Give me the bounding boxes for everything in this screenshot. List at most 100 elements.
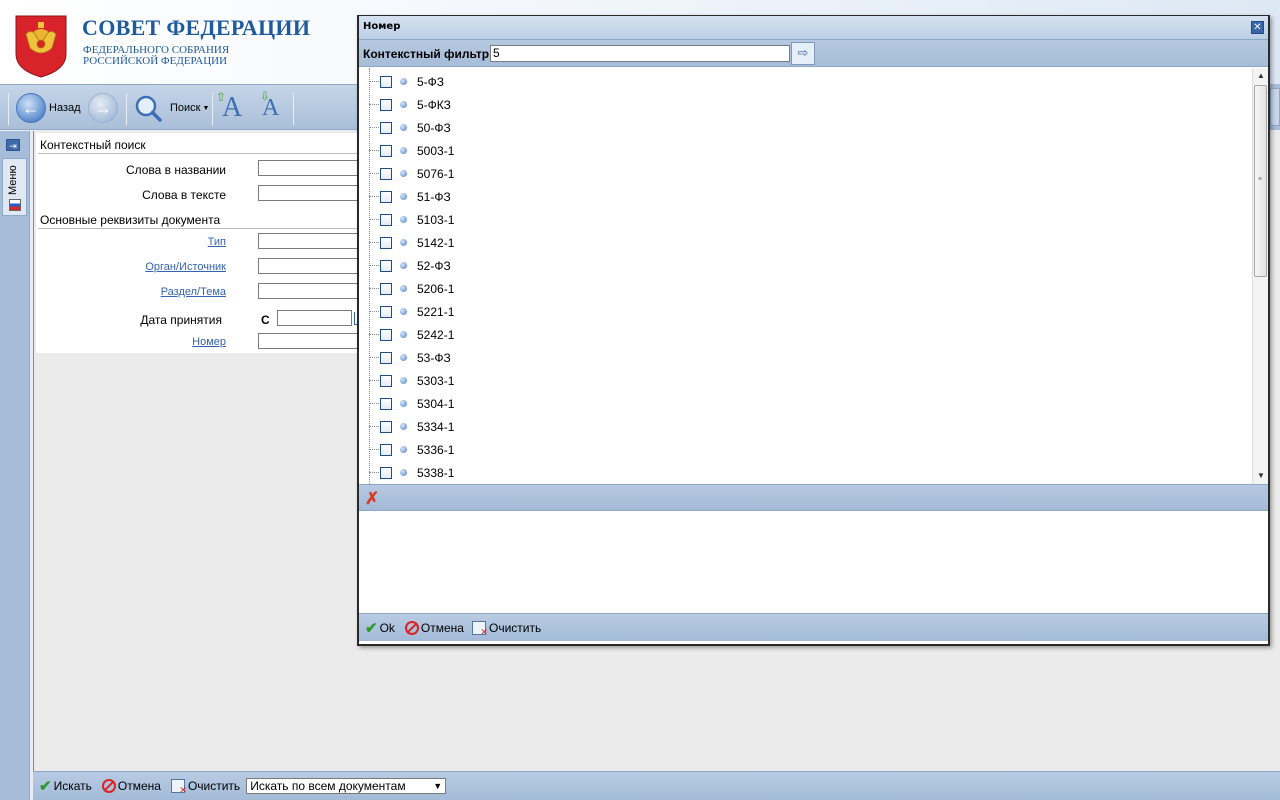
list-item[interactable]: 5142-1 [359, 231, 1249, 254]
item-checkbox[interactable] [380, 144, 392, 157]
number-label: Номер [36, 334, 226, 348]
list-item-label: 51-ФЗ [417, 189, 451, 204]
scroll-down-icon[interactable]: ▼ [1253, 468, 1269, 484]
font-decrease-button[interactable]: ⇩ A [260, 85, 279, 131]
item-checkbox[interactable] [380, 121, 392, 134]
bullet-icon [400, 400, 407, 407]
organ-source-input[interactable] [258, 258, 368, 274]
search-submit-button[interactable]: ✔ Искать [39, 777, 92, 795]
number-link[interactable]: Номер [192, 336, 226, 348]
list-item[interactable]: 5221-1 [359, 300, 1249, 323]
item-checkbox[interactable] [380, 443, 392, 456]
list-item[interactable]: 51-ФЗ [359, 185, 1249, 208]
item-checkbox[interactable] [380, 351, 392, 364]
list-item[interactable]: 53-ФЗ [359, 346, 1249, 369]
list-item[interactable]: 52-ФЗ [359, 254, 1249, 277]
cancel-icon [404, 620, 419, 635]
item-checkbox[interactable] [380, 236, 392, 249]
item-checkbox[interactable] [380, 282, 392, 295]
number-tree-list: 5-ФЗ 5-ФКЗ 50-ФЗ 5003-1 5076-1 51-ФЗ 5103-1 514… [359, 68, 1268, 484]
scrollbar-thumb[interactable]: ≡ [1254, 85, 1267, 277]
number-input[interactable] [258, 333, 368, 349]
item-checkbox[interactable] [380, 98, 392, 111]
list-item[interactable]: 50-ФЗ [359, 116, 1249, 139]
list-item[interactable]: 5003-1 [359, 139, 1249, 162]
list-item[interactable]: 5338-1 [359, 461, 1249, 484]
pin-icon[interactable]: ⇥ [6, 139, 20, 151]
list-item[interactable]: 5334-1 [359, 415, 1249, 438]
bullet-icon [400, 446, 407, 453]
organ-source-link[interactable]: Орган/Источник [145, 261, 226, 273]
coat-of-arms-icon [15, 15, 67, 78]
list-item[interactable]: 5076-1 [359, 162, 1249, 185]
item-checkbox[interactable] [380, 466, 392, 479]
item-checkbox[interactable] [380, 328, 392, 341]
back-button[interactable]: ← Назад [16, 85, 81, 131]
bullet-icon [400, 354, 407, 361]
item-checkbox[interactable] [380, 190, 392, 203]
dialog-clear-button[interactable]: Очистить [471, 620, 542, 638]
section-topic-input[interactable] [258, 283, 368, 299]
font-increase-icon: ⇧ A [216, 90, 243, 123]
date-from-input[interactable] [277, 310, 352, 326]
list-item-label: 5303-1 [417, 373, 455, 388]
dialog-clear-label: Очистить [488, 620, 542, 635]
chevron-down-icon: ▼ [433, 781, 443, 791]
words-in-text-input[interactable] [258, 185, 368, 201]
ok-button[interactable]: ✔ Ok [365, 619, 395, 637]
dialog-cancel-label: Отмена [420, 620, 464, 635]
font-increase-button[interactable]: ⇧ A [216, 85, 243, 131]
item-checkbox[interactable] [380, 259, 392, 272]
cancel-label: Отмена [117, 779, 161, 793]
dialog-cancel-button[interactable]: Отмена [404, 620, 464, 635]
list-item[interactable]: 5103-1 [359, 208, 1249, 231]
menu-tab-label: Меню [7, 165, 19, 195]
item-checkbox[interactable] [380, 75, 392, 88]
list-item[interactable]: 5336-1 [359, 438, 1249, 461]
bullet-icon [400, 78, 407, 85]
brand-subtitle: ФЕДЕРАЛЬНОГО СОБРАНИЯ РОССИЙСКОЙ ФЕДЕРАЦ… [83, 45, 229, 67]
item-checkbox[interactable] [380, 374, 392, 387]
search-scope-select[interactable]: Искать по всем документам ▼ [246, 778, 447, 794]
dialog-titlebar[interactable]: Номер ✕ [359, 16, 1268, 40]
vertical-scrollbar[interactable]: ▲ ≡ ▼ [1252, 68, 1268, 484]
list-item[interactable]: 5206-1 [359, 277, 1249, 300]
item-checkbox[interactable] [380, 213, 392, 226]
search-submit-label: Искать [53, 779, 92, 793]
toolbar-separator [8, 93, 9, 125]
type-link[interactable]: Тип [208, 236, 226, 248]
item-checkbox[interactable] [380, 167, 392, 180]
bullet-icon [400, 216, 407, 223]
list-item[interactable]: 5242-1 [359, 323, 1249, 346]
list-item[interactable]: 5-ФЗ [359, 70, 1249, 93]
toolbar-separator [293, 93, 294, 125]
clear-button[interactable]: Очистить [170, 779, 240, 796]
search-dropdown-button[interactable]: Поиск ▼ [167, 85, 209, 131]
right-collapse-tab[interactable] [1270, 88, 1280, 126]
words-in-title-input[interactable] [258, 160, 368, 176]
words-in-text-label: Слова в тексте [142, 188, 226, 202]
forward-button[interactable]: → [88, 85, 118, 131]
dialog-title: Номер [363, 21, 401, 32]
section-label: Раздел/Тема [36, 284, 226, 298]
search-button[interactable] [133, 85, 163, 131]
flag-icon [9, 199, 21, 211]
bullet-icon [400, 239, 407, 246]
list-item[interactable]: 5304-1 [359, 392, 1249, 415]
scroll-up-icon[interactable]: ▲ [1253, 68, 1269, 84]
bullet-icon [400, 331, 407, 338]
item-checkbox[interactable] [380, 305, 392, 318]
apply-filter-button[interactable]: ⇨ [791, 42, 815, 65]
item-checkbox[interactable] [380, 420, 392, 433]
list-item[interactable]: 5-ФКЗ [359, 93, 1249, 116]
section-topic-link[interactable]: Раздел/Тема [161, 286, 226, 298]
bullet-icon [400, 147, 407, 154]
context-filter-input[interactable]: 5 [490, 45, 790, 62]
type-input[interactable] [258, 233, 368, 249]
list-item[interactable]: 5303-1 [359, 369, 1249, 392]
remove-selected-icon[interactable]: ✗ [365, 489, 379, 509]
close-icon[interactable]: ✕ [1251, 21, 1264, 34]
cancel-button[interactable]: Отмена [101, 779, 161, 793]
item-checkbox[interactable] [380, 397, 392, 410]
menu-tab[interactable]: Меню [2, 158, 27, 216]
